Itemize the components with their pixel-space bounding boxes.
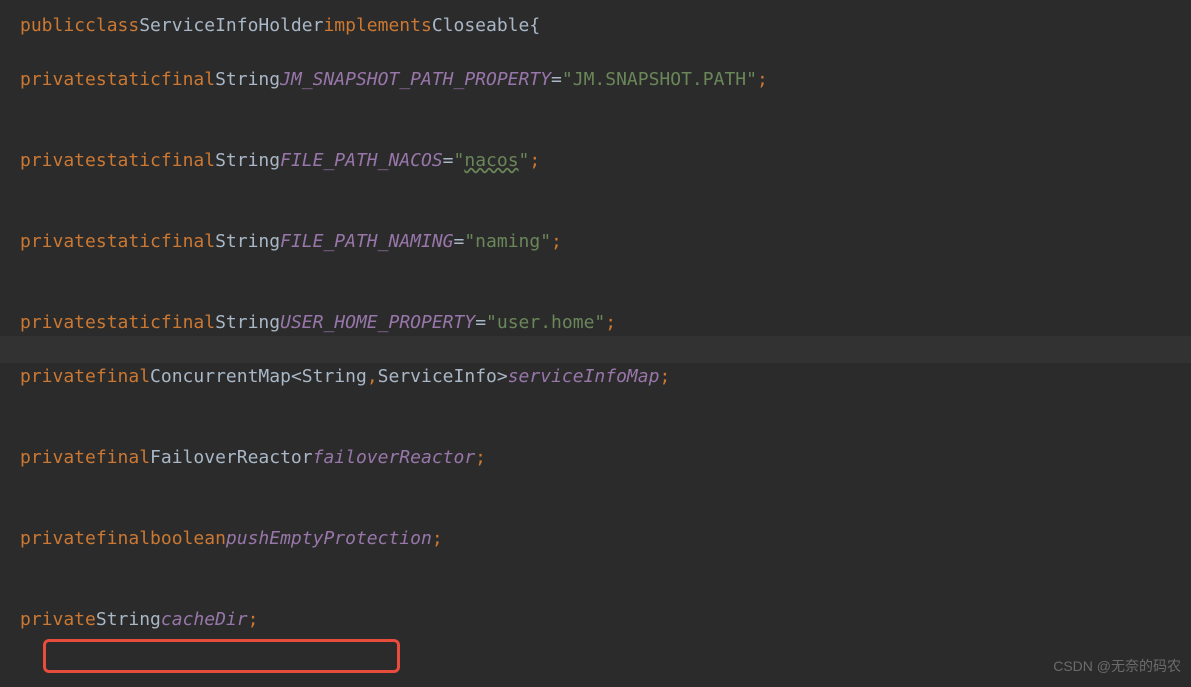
- field-failoverreactor: failoverReactor: [313, 444, 476, 471]
- highlight-annotation: [43, 639, 400, 673]
- keyword-static: static: [96, 147, 161, 174]
- type-string: String: [302, 363, 367, 390]
- code-line-12[interactable]: private static final String USER_HOME_PR…: [0, 309, 1191, 336]
- keyword-private: private: [20, 66, 96, 93]
- keyword-static: static: [96, 228, 161, 255]
- type-failoverreactor: FailoverReactor: [150, 444, 313, 471]
- field-file-path-nacos: FILE_PATH_NACOS: [280, 147, 443, 174]
- empty-line: [0, 471, 1191, 498]
- type-string: String: [215, 228, 280, 255]
- keyword-final: final: [161, 66, 215, 93]
- semicolon: ;: [475, 444, 486, 471]
- field-serviceinfomap: serviceInfoMap: [508, 363, 660, 390]
- keyword-final: final: [161, 147, 215, 174]
- empty-line: [0, 93, 1191, 120]
- brace-open: {: [529, 12, 540, 39]
- empty-line-highlighted: [0, 336, 1191, 363]
- empty-line: [0, 390, 1191, 417]
- empty-line: [0, 255, 1191, 282]
- keyword-private: private: [20, 525, 96, 552]
- keyword-class: class: [85, 12, 139, 39]
- semicolon: ;: [529, 147, 540, 174]
- interface-name: Closeable: [432, 12, 530, 39]
- type-string: String: [215, 66, 280, 93]
- keyword-public: public: [20, 12, 85, 39]
- keyword-boolean: boolean: [150, 525, 226, 552]
- type-string: String: [215, 147, 280, 174]
- angle-close: >: [497, 363, 508, 390]
- code-line-24[interactable]: private String cacheDir;: [0, 606, 1191, 633]
- empty-line: [0, 498, 1191, 525]
- string-literal: "user.home": [486, 309, 605, 336]
- semicolon: ;: [659, 363, 670, 390]
- code-line-21[interactable]: private final boolean pushEmptyProtectio…: [0, 525, 1191, 552]
- keyword-private: private: [20, 228, 96, 255]
- keyword-private: private: [20, 363, 96, 390]
- keyword-private: private: [20, 444, 96, 471]
- equals: =: [454, 228, 465, 255]
- code-line-6[interactable]: private static final String FILE_PATH_NA…: [0, 147, 1191, 174]
- type-string: String: [96, 606, 161, 633]
- field-pushemptyprotection: pushEmptyProtection: [226, 525, 432, 552]
- equals: =: [475, 309, 486, 336]
- keyword-static: static: [96, 66, 161, 93]
- field-user-home: USER_HOME_PROPERTY: [280, 309, 475, 336]
- empty-line: [0, 120, 1191, 147]
- semicolon: ;: [551, 228, 562, 255]
- empty-line: [0, 552, 1191, 579]
- semicolon: ;: [248, 606, 259, 633]
- code-line-1[interactable]: public class ServiceInfoHolder implement…: [0, 12, 1191, 39]
- string-literal: nacos: [464, 147, 518, 174]
- empty-line: [0, 39, 1191, 66]
- empty-line: [0, 174, 1191, 201]
- class-name: ServiceInfoHolder: [139, 12, 323, 39]
- comma: ,: [367, 363, 378, 390]
- string-literal: "JM.SNAPSHOT.PATH": [562, 66, 757, 93]
- empty-line: [0, 579, 1191, 606]
- code-line-3[interactable]: private static final String JM_SNAPSHOT_…: [0, 66, 1191, 93]
- code-line-18[interactable]: private final FailoverReactor failoverRe…: [0, 444, 1191, 471]
- keyword-final: final: [96, 444, 150, 471]
- angle-open: <: [291, 363, 302, 390]
- field-file-path-naming: FILE_PATH_NAMING: [280, 228, 453, 255]
- quote-close: ": [519, 147, 530, 174]
- code-line-9[interactable]: private static final String FILE_PATH_NA…: [0, 228, 1191, 255]
- keyword-final: final: [161, 228, 215, 255]
- string-literal: "naming": [464, 228, 551, 255]
- watermark: CSDN @无奈的码农: [1053, 656, 1181, 677]
- keyword-private: private: [20, 606, 96, 633]
- quote-open: ": [454, 147, 465, 174]
- semicolon: ;: [605, 309, 616, 336]
- keyword-private: private: [20, 147, 96, 174]
- type-serviceinfo: ServiceInfo: [378, 363, 497, 390]
- keyword-final: final: [96, 363, 150, 390]
- keyword-private: private: [20, 309, 96, 336]
- type-concurrentmap: ConcurrentMap: [150, 363, 291, 390]
- empty-line: [0, 417, 1191, 444]
- semicolon: ;: [432, 525, 443, 552]
- empty-line: [0, 201, 1191, 228]
- field-cachedir: cacheDir: [161, 606, 248, 633]
- type-string: String: [215, 309, 280, 336]
- keyword-static: static: [96, 309, 161, 336]
- semicolon: ;: [757, 66, 768, 93]
- keyword-final: final: [161, 309, 215, 336]
- keyword-final: final: [96, 525, 150, 552]
- field-jm-snapshot: JM_SNAPSHOT_PATH_PROPERTY: [280, 66, 551, 93]
- equals: =: [551, 66, 562, 93]
- equals: =: [443, 147, 454, 174]
- keyword-implements: implements: [323, 12, 431, 39]
- code-line-15[interactable]: private final ConcurrentMap<String, Serv…: [0, 363, 1191, 390]
- empty-line: [0, 282, 1191, 309]
